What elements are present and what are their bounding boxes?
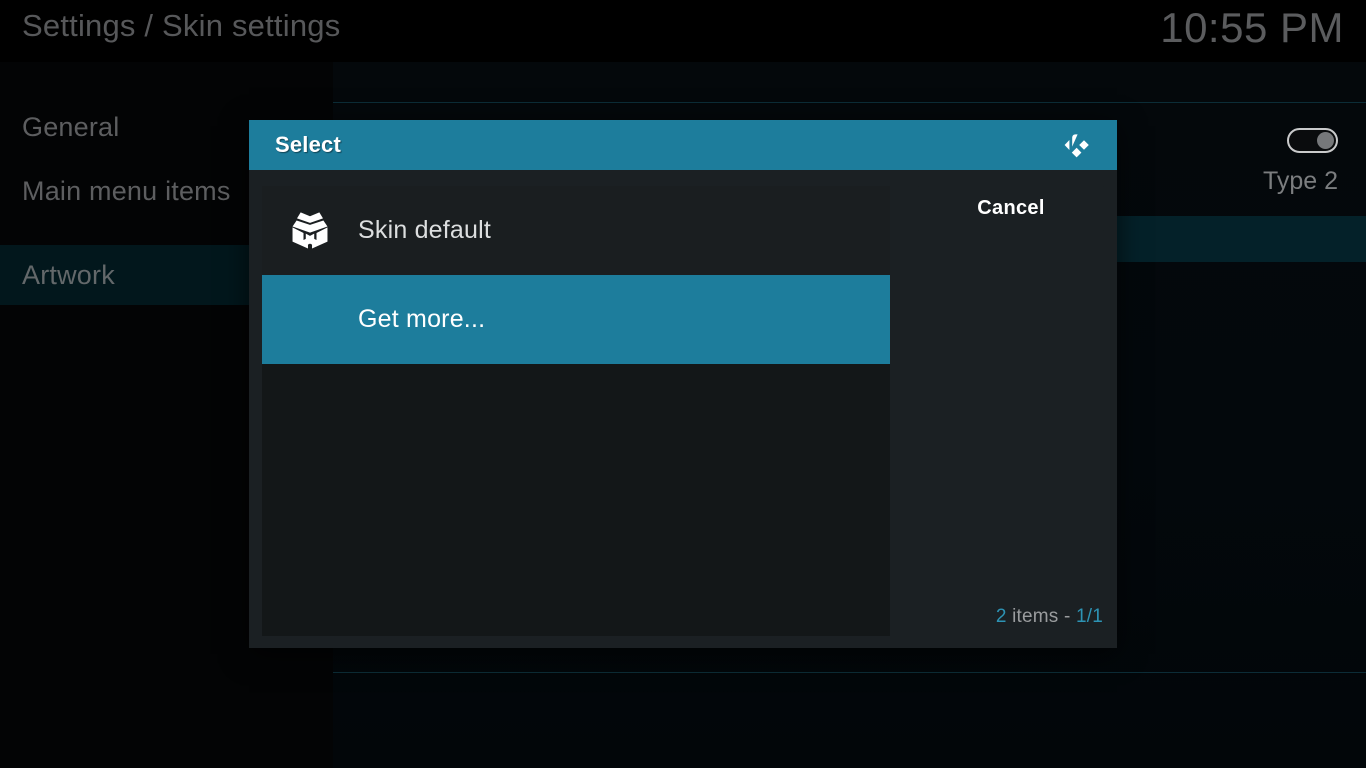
- dialog-title: Select: [275, 132, 342, 157]
- sidebar-item-label: Main menu items: [22, 175, 231, 206]
- kodi-screen: Settings / Skin settings 10:55 PM Genera…: [0, 0, 1366, 768]
- toggle-knob: [1317, 132, 1334, 149]
- kodi-logo-icon: [1059, 127, 1095, 163]
- panel-divider-bottom: [333, 672, 1366, 673]
- sidebar-item-label: Artwork: [22, 259, 115, 290]
- clock: 10:55 PM: [1160, 4, 1344, 51]
- dialog-header: Select: [249, 120, 1117, 170]
- sidebar-item-label: General: [22, 111, 120, 142]
- select-item-list[interactable]: Skin default Get more...: [262, 186, 890, 636]
- list-item[interactable]: Skin default: [262, 186, 890, 275]
- list-item[interactable]: Get more...: [262, 275, 890, 364]
- item-count-number: 2: [995, 606, 1007, 627]
- list-item-label: Skin default: [358, 216, 492, 244]
- dialog-body: Skin default Get more... Cancel 2 items …: [249, 170, 1117, 648]
- open-box-icon: [262, 205, 358, 257]
- page-indicator: 1/1: [1075, 606, 1103, 627]
- setting-value-label: Type 2: [1262, 167, 1338, 195]
- window-header: Settings / Skin settings 10:55 PM: [0, 0, 1366, 62]
- select-dialog: Select Skin default Get more... Cancel 2…: [249, 120, 1117, 648]
- page-title: Settings / Skin settings: [22, 8, 341, 43]
- list-item-label: Get more...: [358, 305, 486, 333]
- setting-toggle[interactable]: [1287, 128, 1338, 153]
- item-count-label: 2 items - 1/1: [996, 606, 1103, 628]
- item-count-suffix: items -: [1006, 606, 1076, 627]
- cancel-button[interactable]: Cancel: [918, 186, 1104, 231]
- dialog-side-panel: Cancel 2 items - 1/1: [890, 186, 1117, 636]
